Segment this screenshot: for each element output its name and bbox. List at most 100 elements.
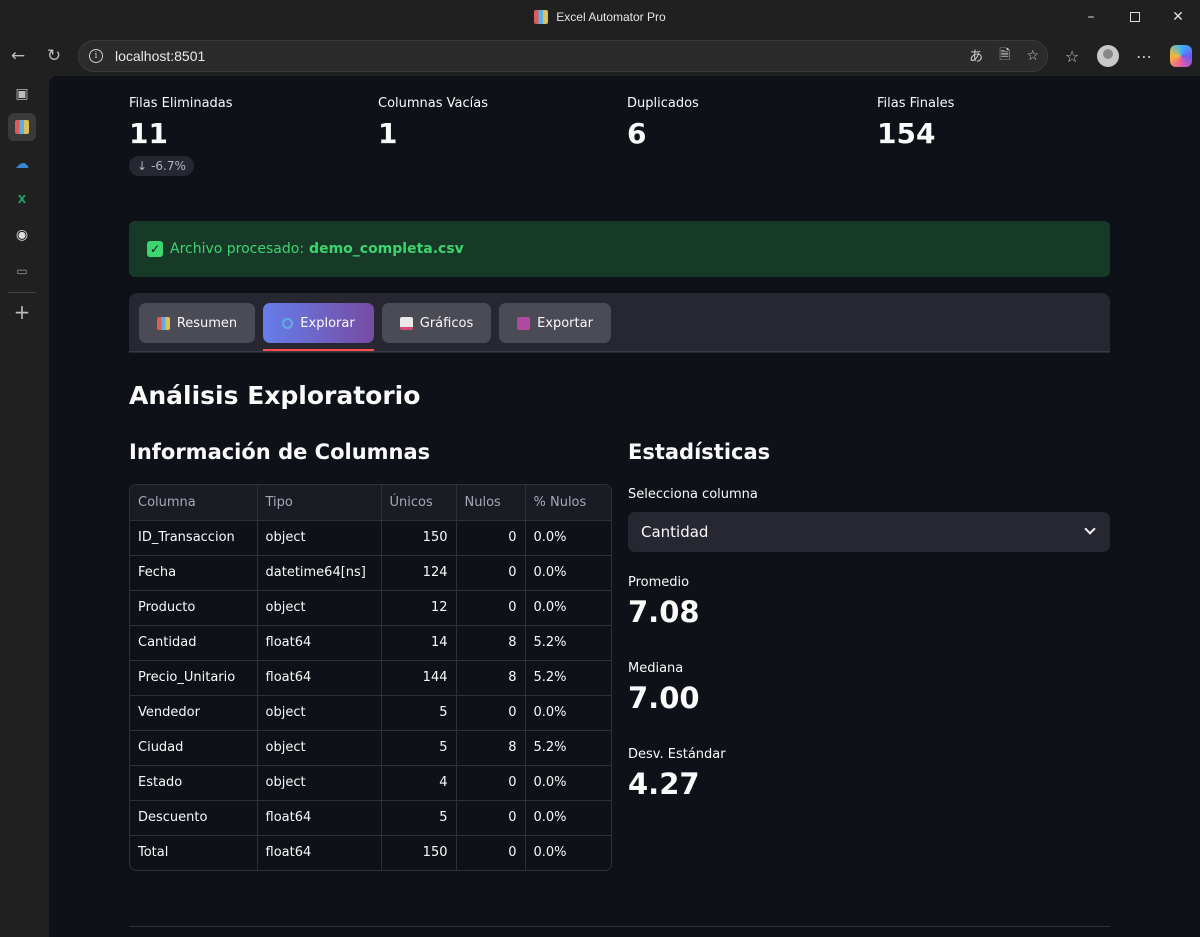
stat-value: 7.00 — [628, 681, 700, 715]
columns-table[interactable]: Columna Tipo Únicos Nulos % Nulos ID_Tra… — [129, 484, 612, 871]
stat-value: 4.27 — [628, 767, 700, 801]
table-row[interactable]: Precio_Unitario float64 144 8 5.2% — [130, 660, 611, 696]
table-row[interactable]: Ciudad object 5 8 5.2% — [130, 730, 611, 766]
profile-button[interactable] — [1094, 42, 1122, 70]
close-button[interactable]: ✕ — [1155, 0, 1200, 34]
add-sidebar-app-icon[interactable]: + — [8, 298, 36, 326]
table-cell: object — [257, 590, 382, 626]
monitor-icon[interactable]: ▭ — [8, 257, 36, 285]
copilot-button[interactable] — [1167, 42, 1195, 70]
table-cell: object — [257, 765, 382, 801]
tab-actions-icon[interactable]: ▣ — [8, 80, 36, 108]
onedrive-icon[interactable]: ☁ — [8, 150, 36, 178]
table-cell: Producto — [130, 590, 258, 626]
excel-icon[interactable]: X — [8, 185, 36, 213]
metric-label: Duplicados — [627, 96, 699, 111]
avatar — [1097, 45, 1119, 67]
table-cell: Precio_Unitario — [130, 660, 258, 696]
favorite-star-icon[interactable]: ☆ — [1026, 48, 1039, 64]
table-cell: 0.0% — [525, 520, 611, 556]
app-chart-icon — [15, 120, 29, 134]
table-cell: Fecha — [130, 555, 258, 591]
table-cell: 0.0% — [525, 555, 611, 591]
reader-view-icon[interactable]: 🗎 — [999, 44, 1010, 68]
metric-label: Filas Eliminadas — [129, 96, 233, 111]
table-cell: object — [257, 695, 382, 731]
url-text[interactable]: localhost:8501 — [115, 48, 205, 64]
tab-graficos[interactable]: Gráficos — [382, 303, 491, 343]
tab-explorar[interactable]: Explorar — [263, 303, 374, 343]
github-icon[interactable]: ◉ — [8, 221, 36, 249]
translate-icon[interactable]: あ — [969, 46, 983, 66]
address-bar[interactable]: i localhost:8501 あ 🗎 ☆ — [78, 40, 1048, 72]
column-header[interactable]: Columna — [130, 485, 258, 521]
stats-title: Estadísticas — [628, 440, 771, 464]
section-title: Análisis Exploratorio — [129, 381, 421, 410]
metric-delta-badge: ↓ -6.7% — [129, 156, 194, 176]
table-cell: 0.0% — [525, 800, 611, 836]
table-row[interactable]: Producto object 12 0 0.0% — [130, 590, 611, 626]
chevron-down-icon — [1084, 523, 1096, 535]
back-arrow-icon: ← — [10, 46, 26, 66]
column-header[interactable]: Únicos — [381, 485, 457, 521]
table-cell: 150 — [381, 835, 457, 870]
table-cell: 5 — [381, 730, 457, 766]
table-cell: float64 — [257, 800, 382, 836]
maximize-icon — [1130, 12, 1140, 22]
stat-label: Promedio — [628, 575, 690, 590]
table-cell: float64 — [257, 835, 382, 870]
stat-mediana: Mediana 7.00 — [628, 661, 700, 715]
table-cell: datetime64[ns] — [257, 555, 382, 591]
column-header[interactable]: Tipo — [257, 485, 382, 521]
back-button[interactable]: ← — [5, 43, 31, 69]
tab-label: Explorar — [300, 315, 355, 331]
browser-sidebar: ▣ ☁ X ◉ ▭ + — [0, 76, 44, 937]
table-row[interactable]: Total float64 150 0 0.0% — [130, 835, 611, 870]
site-info-icon[interactable]: i — [89, 49, 103, 63]
table-cell: 0 — [456, 695, 526, 731]
select-value: Cantidad — [641, 523, 709, 541]
refresh-icon: ↻ — [46, 46, 62, 66]
window-title: Excel Automator Pro — [534, 10, 666, 24]
stat-promedio: Promedio 7.08 — [628, 575, 700, 629]
table-cell: Estado — [130, 765, 258, 801]
metric-value: 6 — [627, 117, 647, 150]
maximize-button[interactable] — [1112, 0, 1158, 34]
columns-info-title: Información de Columnas — [129, 440, 431, 464]
table-row[interactable]: Estado object 4 0 0.0% — [130, 765, 611, 801]
column-select[interactable]: Cantidad — [628, 512, 1110, 552]
table-row[interactable]: Descuento float64 5 0 0.0% — [130, 800, 611, 836]
refresh-button[interactable]: ↻ — [41, 43, 67, 69]
alert-prefix: Archivo procesado: — [170, 241, 305, 257]
table-cell: 5.2% — [525, 625, 611, 661]
bar-chart-icon — [156, 316, 170, 330]
table-cell: Total — [130, 835, 258, 870]
metric-columnas-vacias: Columnas Vacías 1 — [378, 96, 618, 150]
page-viewport: Filas Eliminadas 11 ↓ -6.7% Columnas Vac… — [49, 76, 1200, 937]
table-row[interactable]: ID_Transaccion object 150 0 0.0% — [130, 520, 611, 556]
sidebar-app-excel-automator[interactable] — [8, 113, 36, 141]
table-cell: 5 — [381, 800, 457, 836]
tab-label: Resumen — [176, 315, 238, 331]
favorites-button[interactable]: ☆ — [1058, 42, 1086, 70]
table-row[interactable]: Vendedor object 5 0 0.0% — [130, 695, 611, 731]
metric-value: 1 — [378, 117, 398, 150]
table-cell: 124 — [381, 555, 457, 591]
table-cell: 8 — [456, 625, 526, 661]
table-cell: 5.2% — [525, 730, 611, 766]
table-row[interactable]: Fecha datetime64[ns] 124 0 0.0% — [130, 555, 611, 591]
metric-value: 11 — [129, 117, 168, 150]
more-menu-button[interactable]: ⋯ — [1130, 42, 1158, 70]
table-cell: 0 — [456, 520, 526, 556]
tab-resumen[interactable]: Resumen — [139, 303, 255, 343]
tab-exportar[interactable]: Exportar — [499, 303, 611, 343]
floppy-disk-icon — [517, 316, 531, 330]
column-header[interactable]: % Nulos — [525, 485, 611, 521]
column-header[interactable]: Nulos — [456, 485, 526, 521]
metric-value: 154 — [877, 117, 936, 150]
success-alert: ✓ Archivo procesado: demo_completa.csv — [129, 221, 1110, 277]
minimize-button[interactable]: – — [1068, 0, 1114, 34]
table-cell: 14 — [381, 625, 457, 661]
table-row[interactable]: Cantidad float64 14 8 5.2% — [130, 625, 611, 661]
check-mark-icon: ✓ — [147, 241, 163, 257]
